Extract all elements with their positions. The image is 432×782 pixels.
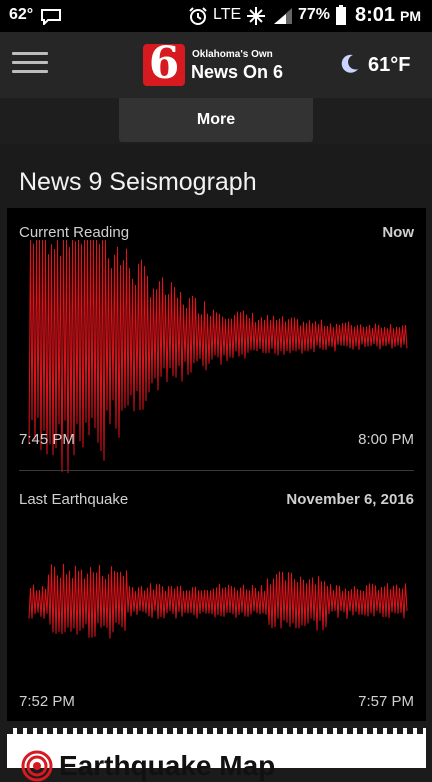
seismograph-panel: Current Reading Now 7:45 PM 8:00 PM Last…: [7, 208, 426, 721]
current-temperature[interactable]: 61°F: [368, 54, 410, 77]
last-earthquake-date: November 6, 2016: [286, 491, 414, 508]
last-quake-start-time: 7:52 PM: [19, 693, 75, 710]
current-reading-label: Current Reading: [19, 224, 130, 241]
earthquake-map-section[interactable]: Earthquake Map: [7, 728, 426, 782]
moon-icon[interactable]: [337, 52, 361, 76]
notification-icon: [41, 9, 61, 25]
current-end-time: 8:00 PM: [358, 431, 414, 448]
logo-number: 6: [148, 44, 180, 86]
battery-percent: 77%: [298, 6, 331, 23]
menu-icon[interactable]: [12, 52, 48, 78]
status-time: 8:01: [355, 4, 396, 26]
page-title: News 9 Seismograph: [19, 168, 257, 196]
earthquake-map-title: Earthquake Map: [59, 750, 276, 781]
status-bar: 62° LTE 77% 8:01 PM: [0, 0, 432, 32]
dashed-border: [7, 728, 426, 734]
status-temperature: 62°: [9, 6, 34, 23]
current-reading-trace: [28, 239, 408, 474]
status-ampm: PM: [400, 8, 421, 24]
nav-strip: More: [0, 98, 432, 144]
last-earthquake-label: Last Earthquake: [19, 491, 129, 508]
seismograph-traces: [28, 239, 408, 639]
section-divider: [19, 470, 414, 471]
logo-name: News On 6: [191, 62, 284, 82]
alarm-icon: [189, 7, 207, 25]
signal-icon: [274, 8, 292, 24]
network-type: LTE: [213, 6, 242, 23]
more-button[interactable]: More: [119, 98, 313, 142]
battery-icon: [336, 5, 346, 25]
app-header: 6 Oklahoma's Own News On 6 61°F: [0, 32, 432, 98]
logo-tagline: Oklahoma's Own: [192, 49, 273, 60]
current-reading-now: Now: [382, 224, 414, 241]
news-on-6-logo[interactable]: 6: [143, 44, 185, 86]
last-earthquake-trace: [28, 563, 408, 639]
last-quake-end-time: 7:57 PM: [358, 693, 414, 710]
data-transfer-icon: [247, 7, 265, 25]
earthquake-target-icon: [21, 750, 53, 782]
current-start-time: 7:45 PM: [19, 431, 75, 448]
